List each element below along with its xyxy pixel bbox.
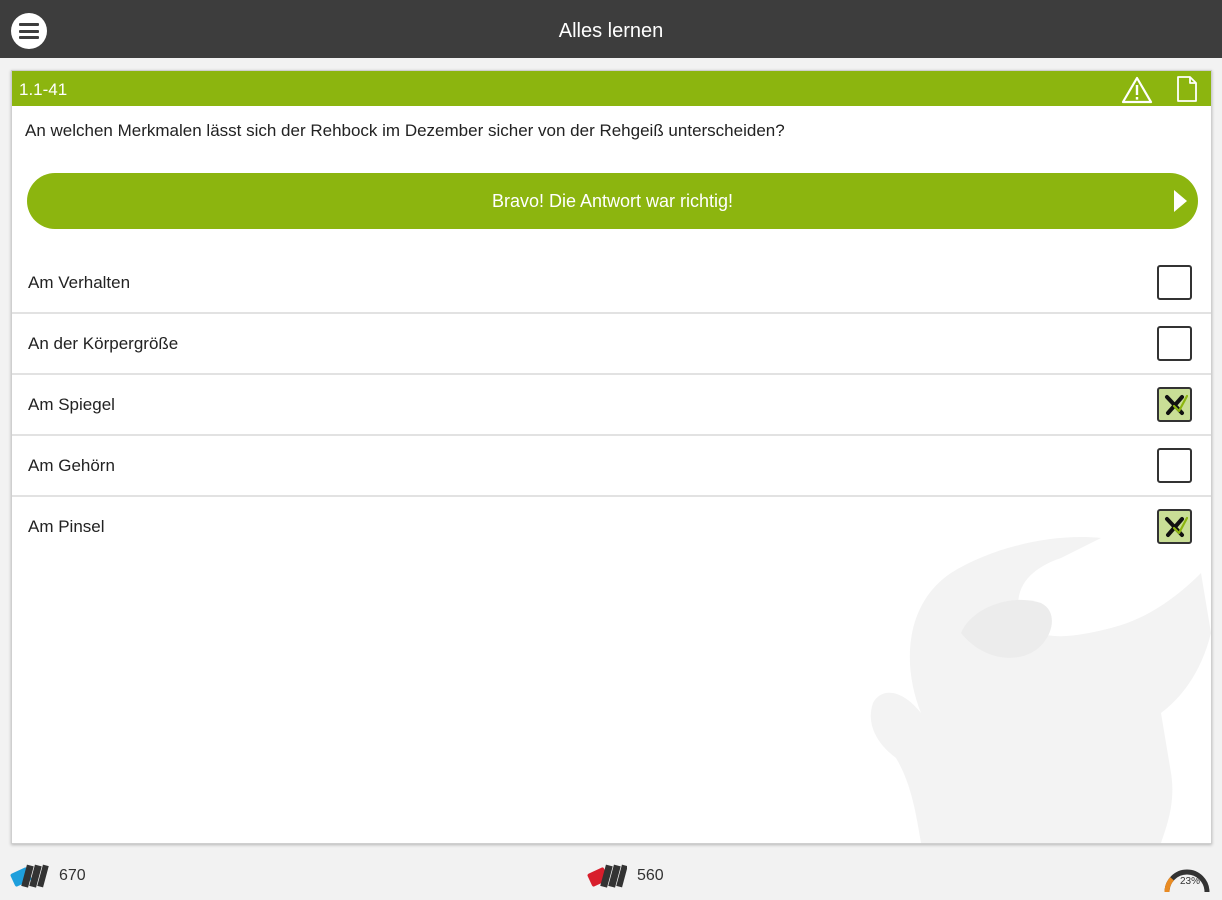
- top-bar: Alles lernen: [0, 0, 1222, 58]
- learned-count: 670: [59, 867, 86, 884]
- next-arrow-icon: [1174, 190, 1187, 212]
- feedback-label: Bravo! Die Antwort war richtig!: [491, 191, 734, 211]
- card-stack-red-icon[interactable]: [587, 862, 627, 892]
- status-footer: 670 560 23%: [0, 852, 1222, 900]
- progress-label: 23%: [1179, 876, 1200, 887]
- page-title: Alles lernen: [558, 20, 664, 42]
- feedback-button[interactable]: Bravo! Die Antwort war richtig!: [27, 173, 1198, 229]
- question-card: 1.1-41 An welchen Merkmalen lässt sich d…: [11, 70, 1212, 844]
- mascot-watermark: [870, 537, 1211, 843]
- open-count: 560: [637, 867, 664, 884]
- checkmark-icon: [1165, 394, 1188, 415]
- document-icon[interactable]: [1176, 76, 1198, 102]
- warning-icon[interactable]: [1121, 76, 1153, 104]
- answer-option-4[interactable]: Am Gehörn: [12, 436, 1211, 497]
- answer-label: Am Pinsel: [28, 517, 105, 536]
- answer-checkbox[interactable]: [1157, 387, 1192, 422]
- answer-label: Am Spiegel: [28, 395, 115, 414]
- answer-checkbox[interactable]: [1157, 448, 1192, 483]
- question-header: 1.1-41: [12, 71, 1211, 106]
- answer-option-2[interactable]: An der Körpergröße: [12, 314, 1211, 375]
- answer-label: Am Verhalten: [28, 273, 131, 292]
- answer-checkbox[interactable]: [1157, 326, 1192, 361]
- answer-label: An der Körpergröße: [28, 334, 179, 353]
- card-stack-blue-icon[interactable]: [10, 862, 50, 892]
- question-id: 1.1-41: [19, 80, 68, 99]
- answer-option-3[interactable]: Am Spiegel: [12, 375, 1211, 436]
- question-text: An welchen Merkmalen lässt sich der Rehb…: [25, 121, 785, 140]
- answer-option-1[interactable]: Am Verhalten: [12, 253, 1211, 314]
- answer-checkbox[interactable]: [1157, 265, 1192, 300]
- answer-label: Am Gehörn: [28, 456, 115, 475]
